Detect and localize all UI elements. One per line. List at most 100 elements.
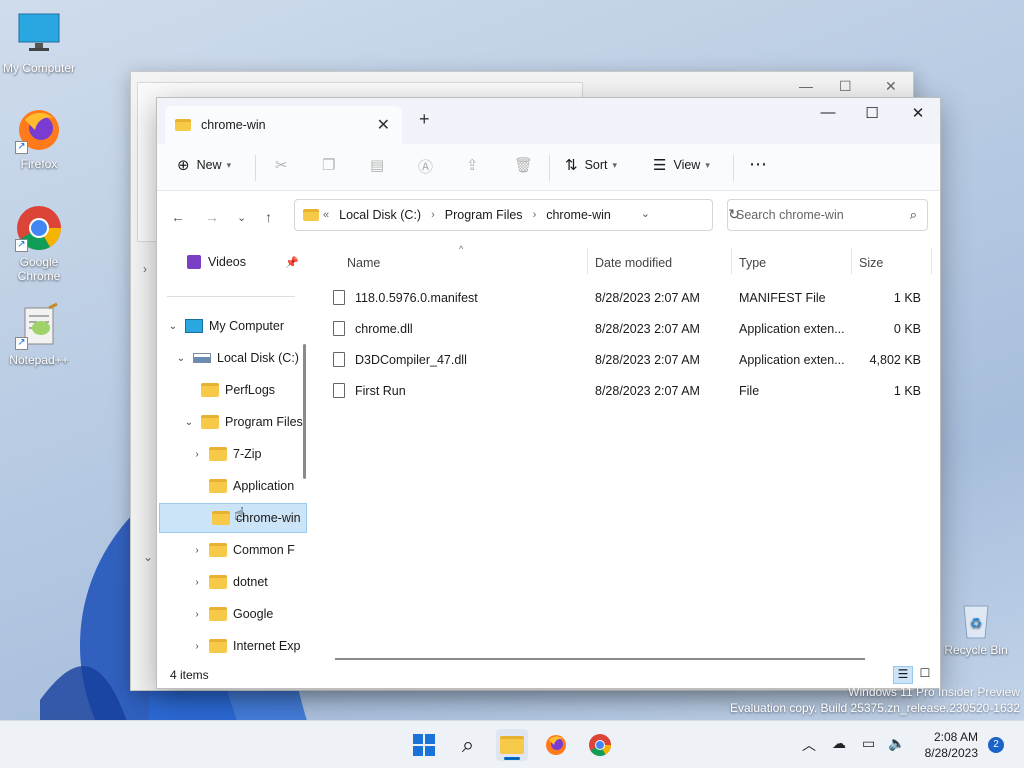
search-button[interactable]: ⌕	[452, 729, 484, 761]
video-icon	[187, 255, 201, 269]
column-divider[interactable]	[587, 248, 588, 274]
copy-button[interactable]: ❐	[322, 156, 335, 174]
nav-item-videos[interactable]: Videos 📌	[187, 247, 299, 277]
nav-item-local-disk[interactable]: ⌄ Local Disk (C:)	[173, 343, 299, 373]
desktop-icon-firefox[interactable]: ↗ Firefox	[0, 106, 78, 171]
column-header-size[interactable]: Size	[859, 256, 883, 270]
breadcrumb-local-disk[interactable]: Local Disk (C:)	[339, 208, 421, 222]
clock[interactable]: 2:08 AM 8/28/2023	[918, 729, 978, 761]
minimize-icon[interactable]: —	[805, 104, 851, 121]
nav-label: Application	[233, 479, 295, 493]
explorer-window[interactable]: chrome-win ✕ + — ☐ ✕ ⊕ New ▾ ✂ ❐ ▤ Ⓐ ⇪ 🗑…	[156, 97, 941, 689]
rename-icon: Ⓐ	[418, 159, 434, 176]
desktop-icon-recycle-bin[interactable]: ♻ Recycle Bin	[937, 598, 1015, 657]
address-dropdown-icon[interactable]: ⌄	[641, 207, 650, 220]
nav-item-perflogs[interactable]: PerfLogs	[197, 375, 275, 405]
cut-button[interactable]: ✂	[275, 156, 288, 174]
maximize-icon[interactable]: ☐	[839, 78, 852, 95]
desktop-icon-label: Google Chrome	[17, 255, 61, 283]
command-bar: ⊕ New ▾ ✂ ❐ ▤ Ⓐ ⇪ 🗑 ⇅ Sort ▾ ☰ View ▾ ⋯	[157, 144, 940, 191]
nav-item-program-files[interactable]: ⌄ Program Files	[181, 407, 303, 437]
nav-scrollbar[interactable]	[303, 344, 306, 479]
nav-item-7zip[interactable]: › 7-Zip	[189, 439, 261, 469]
desktop-icon-notepad-plus-plus[interactable]: ↗ Notepad++	[0, 302, 78, 367]
more-options-button[interactable]: ⋯	[749, 154, 767, 175]
horizontal-scrollbar[interactable]	[335, 658, 865, 660]
sort-ascending-icon: ^	[459, 244, 464, 254]
breadcrumb-chrome-win[interactable]: chrome-win	[546, 208, 611, 222]
tab-close-icon[interactable]: ✕	[377, 115, 390, 135]
forward-arrow-icon[interactable]: →	[205, 209, 219, 225]
nav-item-common-files[interactable]: › Common F	[189, 535, 295, 565]
display-icon[interactable]: ▭	[862, 735, 875, 752]
folder-icon	[209, 447, 227, 461]
details-view-button[interactable]: ☰	[893, 666, 913, 684]
chevron-right-icon: ›	[431, 209, 435, 221]
file-row[interactable]: 118.0.5976.0.manifest 8/28/2023 2:07 AM …	[333, 284, 933, 312]
taskbar-firefox[interactable]	[540, 729, 572, 761]
nav-item-chrome-win[interactable]: chrome-win	[159, 503, 307, 533]
back-arrow-icon[interactable]: ←	[171, 209, 185, 225]
nav-item-google[interactable]: › Google	[189, 599, 273, 629]
recent-chevron-icon[interactable]: ⌄	[237, 211, 246, 224]
column-header-name[interactable]: Name	[347, 256, 380, 270]
search-input[interactable]: Search chrome-win ⌕	[727, 199, 928, 231]
nav-item-application[interactable]: Application	[205, 471, 294, 501]
new-button[interactable]: ⊕ New ▾	[177, 156, 231, 174]
recycle-bin-icon: ♻	[956, 598, 996, 640]
taskbar-chrome[interactable]	[584, 729, 616, 761]
drive-icon	[193, 353, 211, 363]
file-row[interactable]: D3DCompiler_47.dll 8/28/2023 2:07 AM App…	[333, 346, 933, 374]
file-date: 8/28/2023 2:07 AM	[595, 384, 700, 398]
start-button[interactable]	[408, 729, 440, 761]
tab-title: chrome-win	[201, 118, 266, 132]
delete-button[interactable]: 🗑	[514, 156, 533, 174]
share-button[interactable]: ⇪	[466, 156, 479, 174]
desktop-icon-google-chrome[interactable]: ↗ Google Chrome	[0, 204, 78, 283]
nav-item-internet-explorer[interactable]: › Internet Exp	[189, 631, 300, 661]
breadcrumb-program-files[interactable]: Program Files	[445, 208, 523, 222]
close-icon[interactable]: ✕	[885, 78, 897, 95]
chevron-down-icon: ⌄	[176, 352, 186, 364]
folder-icon	[209, 575, 227, 589]
network-offline-icon[interactable]: ☁	[832, 735, 846, 752]
column-divider[interactable]	[931, 248, 932, 274]
close-icon[interactable]: ✕	[895, 104, 941, 122]
pin-icon[interactable]: 📌	[285, 256, 299, 269]
file-row[interactable]: chrome.dll 8/28/2023 2:07 AM Application…	[333, 315, 933, 343]
column-divider[interactable]	[851, 248, 852, 274]
up-arrow-icon[interactable]: ↑	[265, 209, 272, 225]
rename-button[interactable]: Ⓐ	[418, 156, 433, 177]
file-list: ^ Name Date modified Type Size 118.0.597…	[315, 244, 941, 654]
maximize-icon[interactable]: ☐	[849, 104, 895, 122]
shortcut-arrow-icon: ↗	[15, 239, 28, 252]
view-button[interactable]: ☰ View ▾	[653, 156, 710, 174]
address-bar[interactable]: « Local Disk (C:) › Program Files › chro…	[294, 199, 740, 231]
desktop-icon-my-computer[interactable]: My Computer	[0, 10, 78, 75]
file-row[interactable]: First Run 8/28/2023 2:07 AM File 1 KB	[333, 377, 933, 405]
paste-button[interactable]: ▤	[370, 156, 384, 174]
file-date: 8/28/2023 2:07 AM	[595, 353, 700, 367]
taskbar-file-explorer[interactable]	[496, 729, 528, 761]
nav-item-dotnet[interactable]: › dotnet	[189, 567, 268, 597]
sort-button[interactable]: ⇅ Sort ▾	[565, 156, 617, 174]
column-divider[interactable]	[731, 248, 732, 274]
notification-badge[interactable]: 2	[988, 737, 1004, 753]
nav-label: chrome-win	[236, 511, 301, 525]
column-header-type[interactable]: Type	[739, 256, 766, 270]
chevron-down-icon: ⌄	[184, 416, 194, 428]
file-name: chrome.dll	[355, 322, 413, 336]
clipboard-icon: ▤	[370, 157, 385, 174]
new-tab-icon[interactable]: +	[419, 109, 430, 130]
tab-chrome-win[interactable]: chrome-win ✕	[165, 106, 402, 144]
minimize-icon[interactable]: —	[799, 78, 813, 94]
volume-icon[interactable]: 🔈	[888, 735, 905, 752]
column-header-date-modified[interactable]: Date modified	[595, 256, 672, 270]
tiles-view-button[interactable]: ☐	[915, 666, 935, 684]
view-label: View	[673, 158, 701, 172]
chrome-icon	[589, 734, 611, 756]
tray-overflow-chevron-icon[interactable]: ︿	[802, 735, 816, 755]
nav-item-my-computer[interactable]: ⌄ My Computer	[165, 311, 284, 341]
folder-icon	[175, 119, 191, 131]
overflow-chevron[interactable]: «	[323, 209, 329, 221]
